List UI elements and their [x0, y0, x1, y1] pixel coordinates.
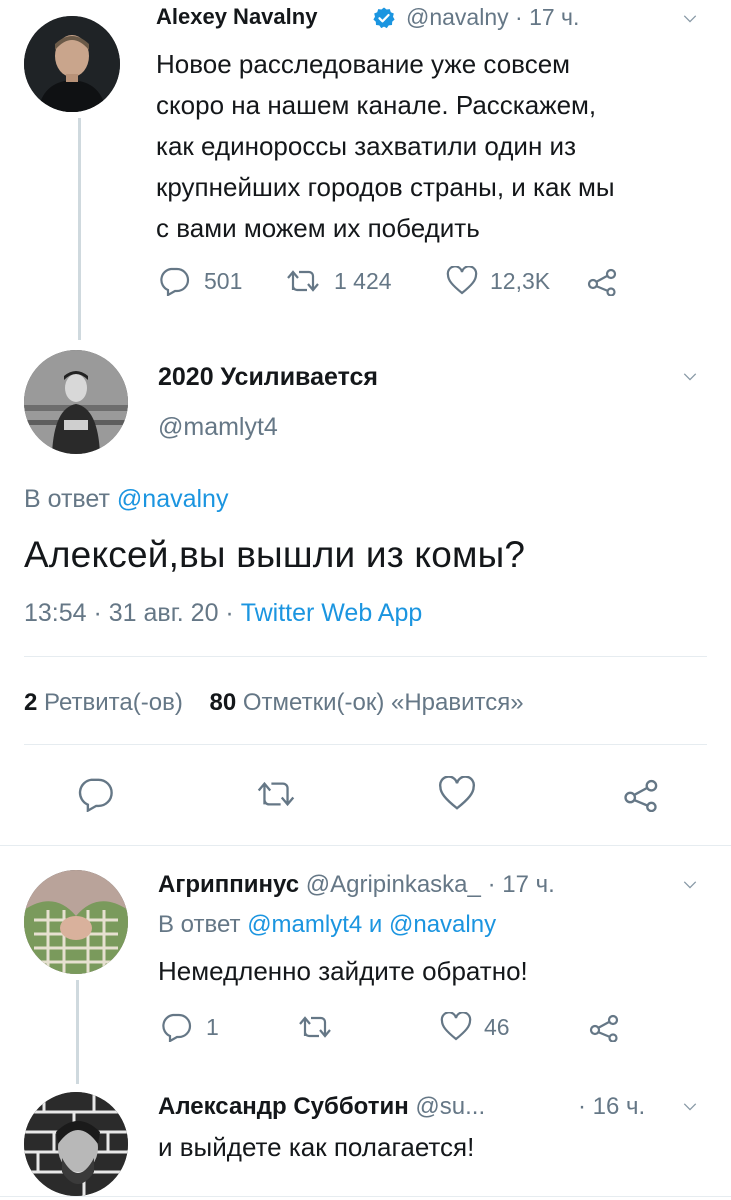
tweet-text-line: скоро на нашем канале. Расскажем, [156, 90, 597, 120]
author-handle[interactable]: @navalny [406, 4, 509, 30]
avatar-agripinkaska[interactable] [24, 870, 128, 974]
thread-line [76, 980, 79, 1084]
tweet-stats: 2 Ретвита(-ов) 80 Отметки(-ок) «Нравится… [24, 688, 524, 718]
retweet-icon [257, 781, 295, 807]
avatar-photo [24, 870, 128, 974]
reply-and: и [368, 911, 383, 938]
tweet-time: · 17 ч. [487, 871, 555, 898]
tweet-text: Новое расследование уже совсем скоро на … [156, 44, 716, 249]
avatar-photo [24, 1092, 128, 1196]
reply-prefix: В ответ [158, 911, 241, 938]
share-button[interactable] [586, 266, 620, 296]
share-button[interactable] [588, 1012, 622, 1042]
reply-context: В ответ @navalny [24, 484, 228, 514]
retweet-button[interactable] [256, 779, 438, 809]
author-handle[interactable]: @su... [415, 1093, 485, 1120]
heart-icon [440, 1012, 472, 1041]
retweet-button[interactable] [298, 1014, 440, 1040]
reply-count: 1 [206, 1013, 219, 1040]
retweet-count: 1 424 [334, 267, 392, 294]
tweet-actions [76, 776, 662, 812]
author-line: Александр Субботин @su... [158, 1092, 485, 1122]
like-count: 46 [484, 1013, 510, 1040]
reply-button[interactable]: 1 [160, 1012, 298, 1042]
share-icon [589, 1014, 619, 1042]
share-button[interactable] [622, 776, 662, 812]
avatar-photo [24, 350, 128, 454]
likes-stat-label: Отметки(-ок) «Нравится» [242, 689, 524, 716]
tweet-text-line: Новое расследование уже совсем [156, 49, 571, 79]
reply-button[interactable]: 501 [158, 266, 286, 296]
tweet-actions: 1 46 [160, 1012, 622, 1042]
reply-button[interactable] [76, 776, 256, 812]
avatar-subbotin[interactable] [24, 1092, 128, 1196]
likes-stat[interactable]: 80 Отметки(-ок) «Нравится» [210, 689, 524, 716]
reply-icon [78, 778, 113, 812]
tweet-text-line: крупнейших городов страны, и как мы [156, 172, 615, 202]
tweet-text: Немедленно зайдите обратно! [158, 956, 528, 986]
like-button[interactable]: 46 [440, 1012, 588, 1042]
likes-stat-count: 80 [209, 689, 237, 716]
reply-to-link[interactable]: @mamlyt4 [247, 911, 362, 938]
retweets-stat[interactable]: 2 Ретвита(-ов) [24, 689, 190, 716]
author-name[interactable]: 2020 Усиливается [158, 362, 378, 392]
divider [24, 656, 707, 657]
like-count: 12,3K [490, 267, 551, 294]
tweet-meta: 13:54 · 31 авг. 20 · Twitter Web App [24, 598, 422, 628]
tweet-source-link[interactable]: Twitter Web App [241, 599, 423, 627]
avatar-navalny[interactable] [24, 16, 120, 112]
chevron-down-icon[interactable] [683, 12, 697, 26]
tweet-text-line: как единороссы захватили один из [156, 131, 576, 161]
author-handle[interactable]: @Agripinkaska_ [306, 871, 481, 898]
author-name[interactable]: Александр Субботин [158, 1093, 409, 1120]
avatar-mamlyt4[interactable] [24, 350, 128, 454]
reply-to-link[interactable]: @navalny [389, 911, 496, 938]
retweet-icon [287, 270, 319, 292]
retweets-stat-label: Ретвита(-ов) [44, 689, 183, 716]
chevron-down-icon[interactable] [683, 878, 697, 892]
tweet-timestamp: 13:54 · 31 авг. 20 · [24, 599, 234, 627]
tweet-actions: 501 1 424 12,3K [158, 266, 620, 296]
reply-context: В ответ @mamlyt4 и @navalny [158, 910, 496, 940]
retweets-stat-count: 2 [24, 689, 38, 716]
share-icon [587, 268, 617, 296]
divider [24, 744, 707, 745]
avatar-photo [24, 16, 120, 112]
chevron-down-icon[interactable] [683, 1100, 697, 1114]
author-name[interactable]: Агриппинус [158, 871, 299, 898]
like-button[interactable] [438, 776, 622, 812]
verified-icon [373, 7, 395, 29]
reply-icon [162, 1013, 192, 1042]
divider [0, 1196, 731, 1197]
divider [0, 845, 731, 846]
retweet-icon [299, 1016, 331, 1038]
tweet-text: и выйдете как полагается! [158, 1132, 475, 1162]
reply-icon [160, 267, 190, 296]
reply-to-link[interactable]: @navalny [117, 485, 229, 513]
tweet-time: · 16 ч. [578, 1093, 646, 1120]
share-icon [624, 779, 658, 812]
reply-prefix: В ответ [24, 485, 110, 513]
reply-count: 501 [204, 267, 243, 294]
tweet-text-line: с вами можем их победить [156, 213, 480, 243]
author-name[interactable]: Alexey Navalny [156, 4, 317, 30]
tweet-text: Алексей,вы вышли из комы? [24, 534, 526, 575]
chevron-down-icon[interactable] [683, 370, 697, 384]
heart-icon [446, 266, 478, 295]
tweet-time: · 17 ч. [515, 4, 580, 30]
like-button[interactable]: 12,3K [446, 266, 586, 296]
retweet-button[interactable]: 1 424 [286, 268, 446, 295]
author-line: Агриппинус @Agripinkaska_ · 17 ч. [158, 870, 555, 900]
author-name-text: Alexey Navalny [156, 4, 318, 29]
author-handle[interactable]: @mamlyt4 [158, 412, 278, 442]
heart-icon [439, 776, 475, 810]
thread-line [78, 118, 81, 340]
